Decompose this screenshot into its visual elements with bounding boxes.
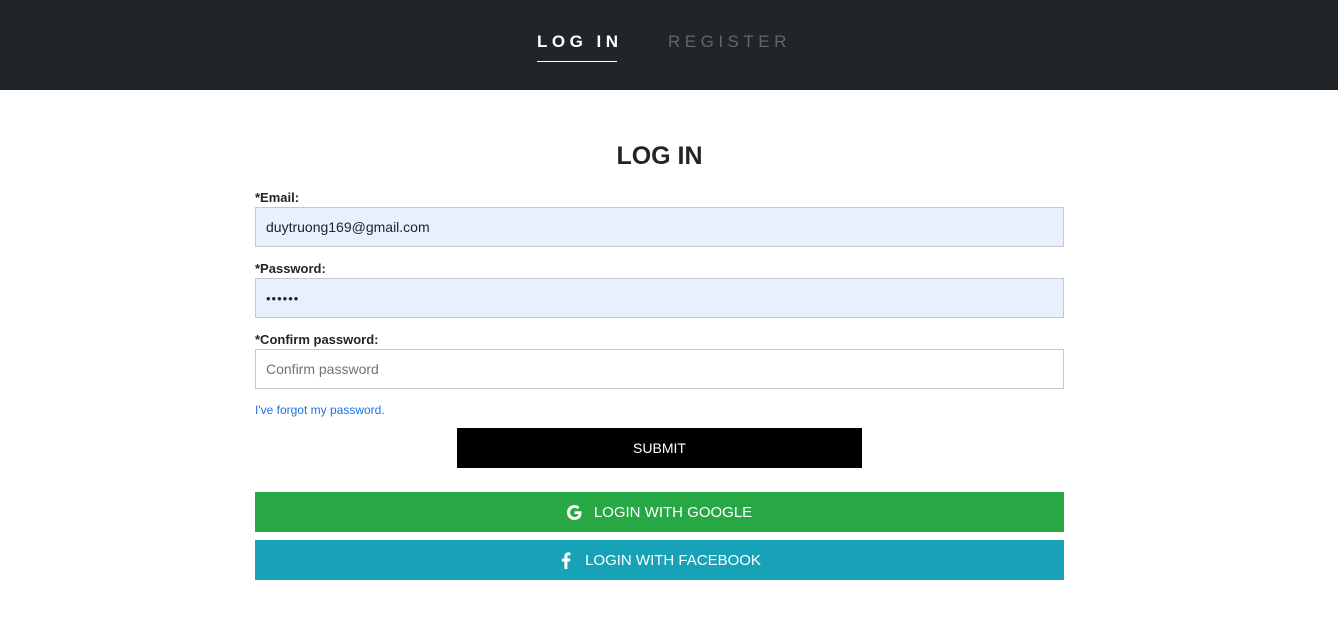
login-facebook-label: LOGIN WITH FACEBOOK — [585, 551, 761, 569]
submit-button[interactable]: SUBMIT — [457, 428, 862, 468]
login-google-button[interactable]: LOGIN WITH GOOGLE — [255, 492, 1064, 532]
facebook-icon — [558, 551, 574, 569]
google-icon — [567, 503, 583, 521]
tab-register[interactable]: REGISTER — [668, 32, 791, 62]
email-field[interactable] — [255, 207, 1064, 247]
page-title: LOG IN — [616, 142, 703, 170]
password-label: *Password: — [255, 261, 326, 276]
login-google-label: LOGIN WITH GOOGLE — [593, 503, 753, 521]
login-facebook-button[interactable]: LOGIN WITH FACEBOOK — [255, 540, 1064, 580]
password-field[interactable]: •••••• — [255, 278, 1064, 318]
confirm-password-label: *Confirm password: — [255, 332, 379, 347]
top-nav-bar: LOG IN REGISTER — [0, 0, 1338, 90]
tab-login[interactable]: LOG IN — [537, 32, 618, 62]
forgot-password-link[interactable]: I've forgot my password. — [255, 403, 385, 417]
email-label: *Email: — [255, 190, 300, 205]
confirm-password-field[interactable] — [255, 349, 1064, 389]
